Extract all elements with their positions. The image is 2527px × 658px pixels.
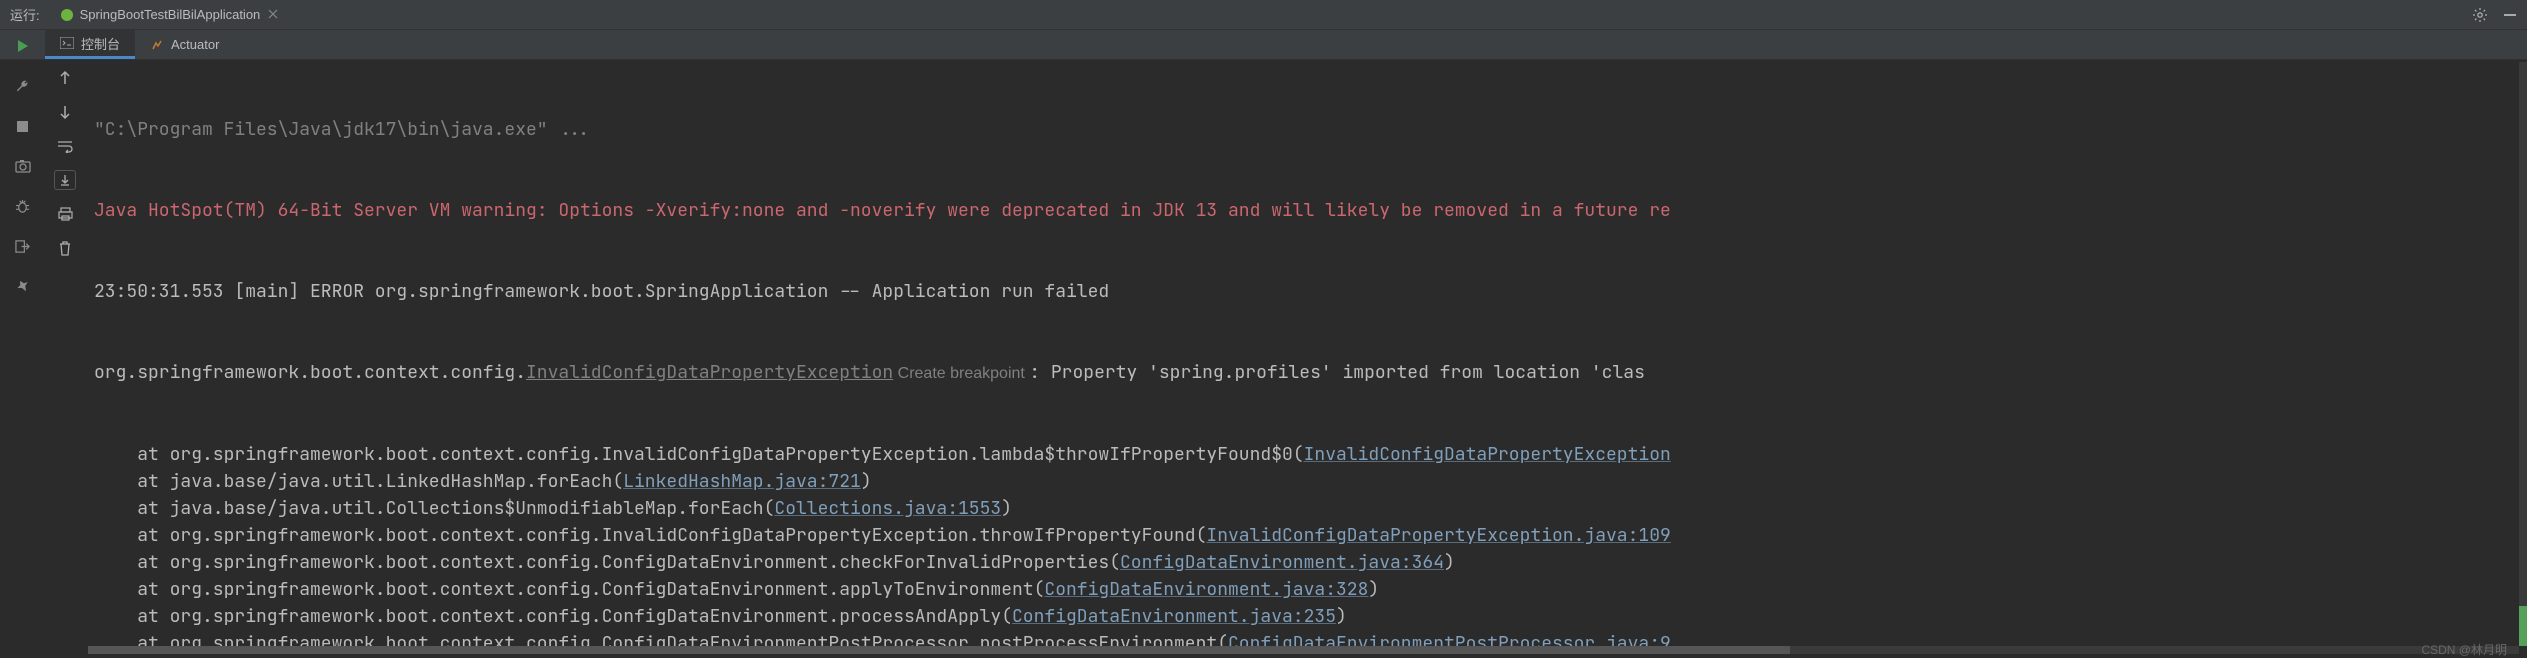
horizontal-scrollbar[interactable] [88, 646, 2519, 654]
print-icon[interactable] [54, 204, 76, 224]
console-icon [60, 37, 74, 49]
source-link[interactable]: ConfigDataEnvironment.java:364 [1120, 551, 1444, 574]
title-bar: 运行: SpringBootTestBilBilApplication [0, 0, 2527, 30]
source-link[interactable]: LinkedHashMap.java:721 [623, 470, 861, 493]
stack-frame: at org.springframework.boot.context.conf… [88, 630, 2519, 646]
source-link[interactable]: ConfigDataEnvironment.java:235 [1012, 605, 1336, 628]
stack-frame: at java.base/java.util.LinkedHashMap.for… [88, 468, 2519, 495]
exit-icon[interactable] [12, 235, 34, 257]
stack-frame: at org.springframework.boot.context.conf… [88, 522, 2519, 549]
source-link[interactable]: Collections.java:1553 [774, 497, 1001, 520]
vertical-scrollbar-thumb[interactable] [2519, 606, 2527, 646]
stack-frame: at java.base/java.util.Collections$Unmod… [88, 495, 2519, 522]
vertical-scrollbar[interactable] [2519, 62, 2527, 646]
app-title: SpringBootTestBilBilApplication [80, 7, 261, 22]
tab-console-label: 控制台 [81, 34, 120, 53]
stack-frame: at org.springframework.boot.context.conf… [88, 576, 2519, 603]
console-toolbar [45, 60, 85, 258]
cmd-line: "C:\Program Files\Java\jdk17\bin\java.ex… [88, 116, 2519, 143]
create-breakpoint-chip[interactable]: Create breakpoint [893, 365, 1029, 382]
spring-icon [60, 8, 74, 22]
soft-wrap-icon[interactable] [54, 136, 76, 156]
bug-icon[interactable] [12, 195, 34, 217]
exception-line: org.springframework.boot.context.config.… [88, 359, 2519, 387]
trash-icon[interactable] [54, 238, 76, 258]
exception-link[interactable]: InvalidConfigDataPropertyException [526, 361, 893, 384]
close-tab-icon[interactable] [268, 7, 278, 22]
camera-icon[interactable] [12, 155, 34, 177]
gear-icon[interactable] [2472, 7, 2488, 23]
horizontal-scrollbar-thumb[interactable] [88, 646, 1790, 654]
stack-frame: at org.springframework.boot.context.conf… [88, 603, 2519, 630]
stop-icon[interactable] [12, 115, 34, 137]
scroll-down-icon[interactable] [54, 102, 76, 122]
error-line: 23:50:31.553 [main] ERROR org.springfram… [88, 278, 2519, 305]
source-link[interactable]: InvalidConfigDataPropertyException [1304, 443, 1671, 466]
tab-console[interactable]: 控制台 [45, 30, 135, 59]
source-link[interactable]: InvalidConfigDataPropertyException.java:… [1206, 524, 1670, 547]
watermark: CSDN @林月明 [2421, 641, 2507, 658]
scroll-up-icon[interactable] [54, 68, 76, 88]
pin-icon[interactable] [12, 275, 34, 297]
stack-frame: at org.springframework.boot.context.conf… [88, 549, 2519, 576]
source-link[interactable]: ConfigDataEnvironmentPostProcessor.java:… [1228, 632, 1671, 646]
run-sidebar [0, 30, 45, 297]
actuator-icon [150, 38, 164, 52]
stack-frame: at org.springframework.boot.context.conf… [88, 441, 2519, 468]
tab-bar: 控制台 Actuator [0, 30, 2527, 60]
console-output[interactable]: "C:\Program Files\Java\jdk17\bin\java.ex… [88, 62, 2519, 646]
run-icon[interactable] [12, 35, 34, 57]
run-label: 运行: [10, 5, 40, 24]
source-link[interactable]: ConfigDataEnvironment.java:328 [1044, 578, 1368, 601]
warning-line: Java HotSpot(TM) 64-Bit Server VM warnin… [88, 197, 2519, 224]
stack-trace: at org.springframework.boot.context.conf… [88, 441, 2519, 646]
scroll-to-end-icon[interactable] [54, 170, 76, 190]
tab-actuator[interactable]: Actuator [135, 30, 234, 59]
minimize-icon[interactable] [2503, 8, 2517, 22]
tab-actuator-label: Actuator [171, 37, 219, 52]
wrench-icon[interactable] [12, 75, 34, 97]
